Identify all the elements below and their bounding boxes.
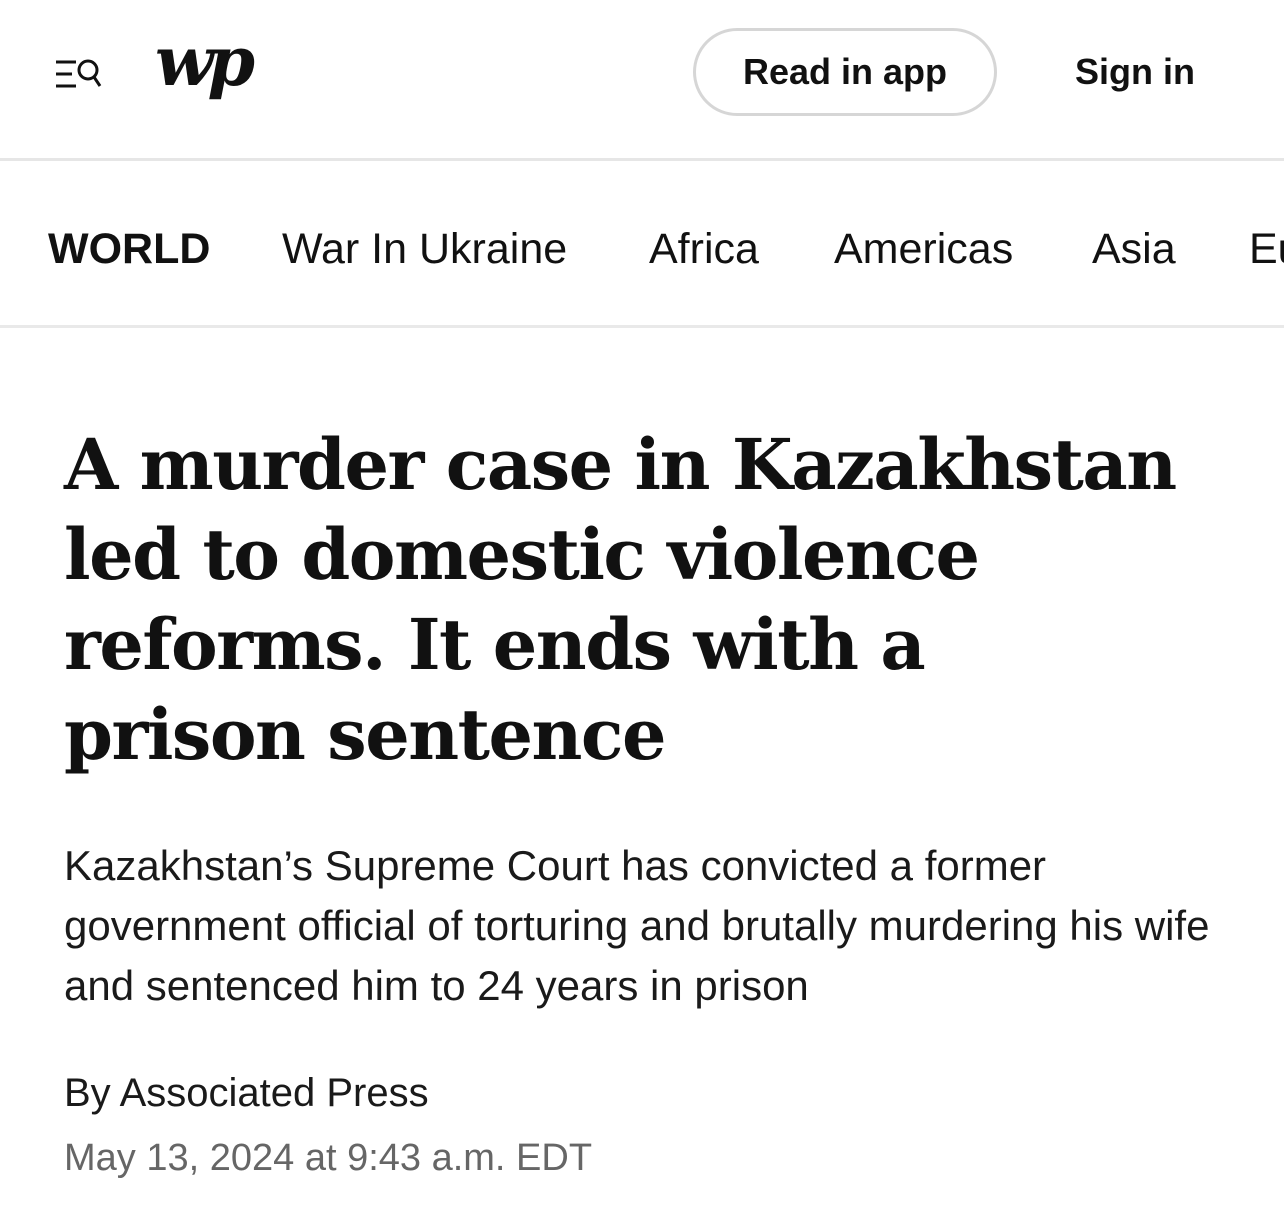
section-nav: WORLD War In Ukraine Africa Americas Asi… bbox=[0, 164, 1284, 328]
nav-item-americas[interactable]: Americas bbox=[834, 224, 1013, 274]
sign-in-button[interactable]: Sign in bbox=[1050, 28, 1220, 116]
author-link[interactable]: Associated Press bbox=[120, 1071, 429, 1115]
nav-item-europe[interactable]: Eu bbox=[1249, 224, 1284, 274]
article-dek: Kazakhstan’s Supreme Court has convicted… bbox=[64, 842, 1210, 1009]
nav-item-world[interactable]: WORLD bbox=[48, 224, 210, 274]
article-headline: A murder case in Kazakhstan led to domes… bbox=[64, 423, 1177, 776]
top-header: wp Read in app Sign in bbox=[0, 0, 1284, 161]
read-in-app-button[interactable]: Read in app bbox=[693, 28, 997, 116]
byline-prefix: By bbox=[64, 1071, 111, 1115]
nav-item-asia[interactable]: Asia bbox=[1092, 224, 1176, 274]
publish-timestamp: May 13, 2024 at 9:43 a.m. EDT bbox=[64, 1137, 593, 1179]
washington-post-logo[interactable]: wp bbox=[155, 28, 255, 96]
byline: By Associated Press bbox=[64, 1066, 429, 1120]
nav-item-war-in-ukraine[interactable]: War In Ukraine bbox=[282, 224, 567, 274]
menu-search-icon[interactable] bbox=[52, 54, 104, 94]
nav-item-africa[interactable]: Africa bbox=[649, 224, 759, 274]
